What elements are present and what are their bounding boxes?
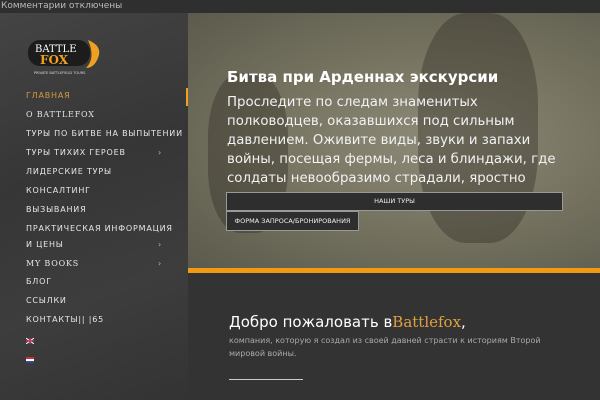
nav-links[interactable]: ССЫЛКИ <box>26 296 67 305</box>
svg-text:FOX: FOX <box>40 53 69 67</box>
svg-text:PRIVATE BATTLEFIELD TOURS: PRIVATE BATTLEFIELD TOURS <box>34 71 86 75</box>
chevron-right-icon: › <box>158 240 162 249</box>
chevron-right-icon: › <box>158 259 162 268</box>
nav-consulting[interactable]: КОНСАЛТИНГ <box>26 186 91 195</box>
divider <box>229 379 303 380</box>
nav-blog[interactable]: БЛОГ <box>26 277 52 286</box>
uk-flag-icon[interactable] <box>26 338 34 344</box>
hero-title: Битва при Арденнах экскурсии <box>227 68 499 86</box>
battlefox-logo[interactable]: BATTLE FOX PRIVATE BATTLEFIELD TOURS <box>28 36 103 76</box>
booking-form-button[interactable]: ФОРМА ЗАПРОСА/БРОНИРОВАНИЯ <box>226 211 359 231</box>
comments-closed-notice: Комментарии отключены <box>0 0 600 13</box>
nav-my-books[interactable]: MY BOOKS <box>26 259 79 268</box>
nav-bulge-tours[interactable]: ТУРЫ ПО БИТВЕ НА ВЫПЫТЕНИИ <box>26 129 183 138</box>
nav-home[interactable]: ГЛАВНАЯ <box>26 91 71 100</box>
nav-practical-info[interactable]: ПРАКТИЧЕСКАЯ ИНФОРМАЦИЯ <box>26 224 173 233</box>
welcome-prefix: Добро пожаловать в <box>229 313 393 331</box>
accent-bar <box>188 268 600 273</box>
nav-about[interactable]: О BATTLEFOX <box>26 110 95 119</box>
nav-challenges[interactable]: ВЫЗЫВАНИЯ <box>26 205 86 214</box>
nav-prices[interactable]: И ЦЕНЫ <box>26 240 64 249</box>
our-tours-button[interactable]: НАШИ ТУРЫ <box>226 192 563 211</box>
nav-contacts[interactable]: КОНТАКТЫ|| |65 <box>26 315 104 324</box>
welcome-suffix: , <box>461 313 466 331</box>
nl-flag-icon[interactable] <box>26 357 34 363</box>
chevron-right-icon: › <box>158 148 162 157</box>
brand-name: Battlefox <box>392 313 462 331</box>
welcome-heading: Добро пожаловать вBattlefox, <box>229 313 466 331</box>
nav-leadership[interactable]: ЛИДЕРСКИЕ ТУРЫ <box>26 167 112 176</box>
welcome-subtitle: компания, которую я создал из своей давн… <box>229 336 541 358</box>
nav-silent-heroes[interactable]: ТУРЫ ТИХИХ ГЕРОЕВ <box>26 148 126 157</box>
